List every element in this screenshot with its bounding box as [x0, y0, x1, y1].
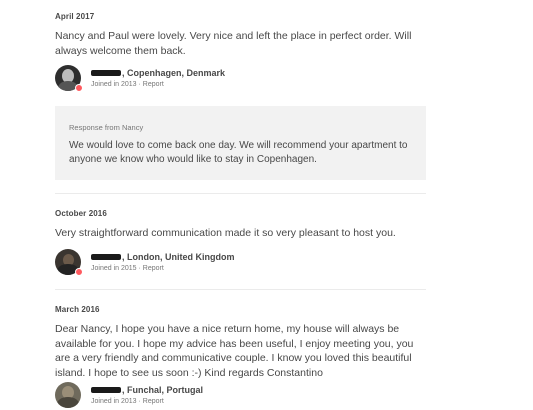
author-meta: Joined in 2015 · Report: [91, 263, 234, 275]
superhost-badge-icon: [75, 268, 83, 276]
review-date: October 2016: [55, 209, 107, 218]
author-name[interactable]: , Copenhagen, Denmark: [91, 67, 225, 79]
author-name[interactable]: , Funchal, Portugal: [91, 384, 203, 396]
joined-text: Joined in 2013: [91, 398, 137, 405]
joined-text: Joined in 2013: [91, 81, 137, 88]
review-item: March 2016 Dear Nancy, I hope you have a…: [55, 305, 426, 408]
author-meta: Joined in 2013 · Report: [91, 79, 225, 91]
response-text: We would love to come back one day. We w…: [69, 140, 408, 165]
superhost-badge-icon: [75, 84, 83, 92]
author-location: , Funchal, Portugal: [122, 385, 204, 395]
report-link[interactable]: Report: [143, 398, 164, 405]
avatar[interactable]: [55, 382, 81, 408]
response-label: Response from Nancy: [69, 123, 144, 132]
review-author: , Copenhagen, Denmark Joined in 2013 · R…: [55, 65, 355, 93]
redacted-name: [91, 386, 121, 393]
report-link[interactable]: Report: [143, 81, 164, 88]
redacted-name: [91, 253, 121, 260]
author-meta: Joined in 2013 · Report: [91, 396, 203, 408]
author-location: , London, United Kingdom: [122, 252, 235, 262]
review-text: Dear Nancy, I hope you have a nice retur…: [55, 323, 414, 379]
author-location: , Copenhagen, Denmark: [122, 68, 226, 78]
joined-text: Joined in 2015: [91, 265, 137, 272]
review-author: , Funchal, Portugal Joined in 2013 · Rep…: [55, 382, 355, 410]
host-response: Response from Nancy We would love to com…: [55, 106, 426, 180]
review-item: April 2017 Nancy and Paul were lovely. V…: [55, 12, 426, 92]
review-date: April 2017: [55, 12, 95, 21]
review-text: Nancy and Paul were lovely. Very nice an…: [55, 30, 412, 57]
review-date: March 2016: [55, 305, 100, 314]
divider: [55, 193, 426, 194]
review-text: Very straightforward communication made …: [55, 227, 396, 239]
redacted-name: [91, 69, 121, 76]
report-link[interactable]: Report: [143, 265, 164, 272]
divider: [55, 289, 426, 290]
review-author: , London, United Kingdom Joined in 2015 …: [55, 249, 355, 277]
review-item: October 2016 Very straightforward commun…: [55, 209, 426, 276]
author-name[interactable]: , London, United Kingdom: [91, 251, 234, 263]
